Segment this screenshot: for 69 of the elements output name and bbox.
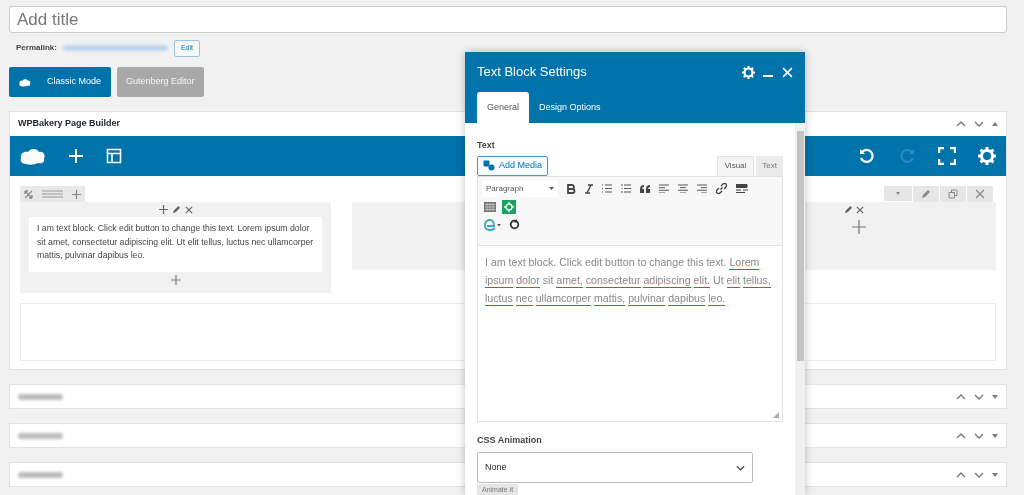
edit-icon[interactable] <box>171 205 181 214</box>
media-icon <box>483 160 495 171</box>
quote-icon[interactable] <box>640 184 650 193</box>
caret-icon <box>549 187 554 190</box>
plugin-icon[interactable] <box>502 199 516 214</box>
link-icon[interactable] <box>716 183 727 194</box>
field-label: Text <box>477 139 496 152</box>
permalink-label: Permalink: <box>16 42 57 54</box>
expand-icon[interactable] <box>992 472 998 477</box>
italic-icon[interactable] <box>585 183 593 194</box>
mode-button[interactable]: Classic Mode <box>9 67 112 97</box>
editor-tab[interactable]: Visual <box>716 155 755 176</box>
close-icon[interactable] <box>184 205 193 214</box>
editor-text: I am text block. Click edit button to change this text. Lorem ipsum dolor sit amet, consectetur adipiscing elit. Ut elit tellus, luctus nec ullamcorper mattis, pulvinar dapibus leo. <box>484 254 772 307</box>
blurred-title <box>18 471 63 478</box>
add-icon[interactable] <box>72 190 81 199</box>
format-select[interactable]: Paragraph <box>482 180 558 197</box>
fullscreen-icon[interactable] <box>938 147 956 165</box>
expand-icon[interactable] <box>992 394 998 399</box>
dialog-tab[interactable]: General <box>477 92 530 123</box>
chevron-down-icon[interactable] <box>974 432 984 439</box>
bold-icon[interactable] <box>567 183 576 194</box>
chevron-down-icon <box>736 464 745 471</box>
chevron-up-icon[interactable] <box>956 432 966 439</box>
align-center-icon[interactable] <box>678 184 688 193</box>
title-field[interactable]: Add title <box>9 6 1007 33</box>
close-icon[interactable] <box>967 186 993 202</box>
scrollbar[interactable] <box>795 123 805 495</box>
dialog-tab[interactable]: Design Options <box>531 92 609 123</box>
clone-icon[interactable] <box>940 186 966 202</box>
cloud-logo-icon <box>20 147 46 165</box>
bullet-list-icon[interactable] <box>602 184 612 193</box>
numbered-list-icon[interactable] <box>621 184 631 193</box>
blurred-title <box>18 393 63 400</box>
add-media-button[interactable]: Add Media <box>477 155 549 176</box>
chevron-down-icon[interactable] <box>974 393 984 400</box>
expand-icon[interactable] <box>992 433 998 438</box>
undo-icon[interactable] <box>858 147 876 165</box>
close-icon[interactable] <box>856 205 864 214</box>
align-left-icon[interactable] <box>659 184 669 193</box>
chevron-up-icon[interactable] <box>956 471 966 478</box>
cloud-logo-icon <box>19 77 31 87</box>
panel-title: WPBakery Page Builder <box>18 117 121 131</box>
chevron-down-icon[interactable] <box>974 121 984 127</box>
e-logo-icon[interactable] <box>484 218 501 231</box>
refresh-icon[interactable] <box>509 219 520 230</box>
settings-icon[interactable] <box>978 147 996 165</box>
collapse-icon[interactable] <box>992 122 998 126</box>
add-icon[interactable] <box>158 205 168 214</box>
editor-area[interactable]: I am text block. Click edit button to change this text. Lorem ipsum dolor sit amet, consectetur adipiscing elit. Ut elit tellus, luctus nec ullamcorper mattis, pulvinar dapibus leo. <box>477 245 783 422</box>
animation-select[interactable]: None <box>477 452 753 483</box>
settings-icon[interactable] <box>742 65 755 79</box>
layout-icon[interactable] <box>106 148 122 164</box>
add-icon[interactable] <box>170 275 181 285</box>
text-block-preview[interactable]: I am text block. Click edit button to change this text. Lorem ipsum dolor sit amet, consectetur adipiscing elit. Ut elit tellus, luctus nec ullamcorper mattis, pulvinar dapibus leo. <box>29 217 322 272</box>
resize-handle-icon[interactable] <box>773 411 779 418</box>
read-more-icon[interactable] <box>736 184 748 193</box>
field-label: CSS Animation <box>477 433 543 447</box>
chevron-down-icon[interactable] <box>974 471 984 478</box>
edit-icon[interactable] <box>913 186 939 202</box>
dialog-title: Text Block Settings <box>477 63 588 82</box>
edit-icon[interactable] <box>844 205 853 214</box>
editor-tab[interactable]: Text <box>756 155 783 176</box>
move-icon[interactable] <box>24 190 33 199</box>
align-right-icon[interactable] <box>697 184 707 193</box>
chevron-up-icon[interactable] <box>956 121 966 127</box>
chevron-up-icon[interactable] <box>956 393 966 400</box>
blurred-title <box>18 432 63 439</box>
keyboard-icon[interactable] <box>484 201 496 212</box>
